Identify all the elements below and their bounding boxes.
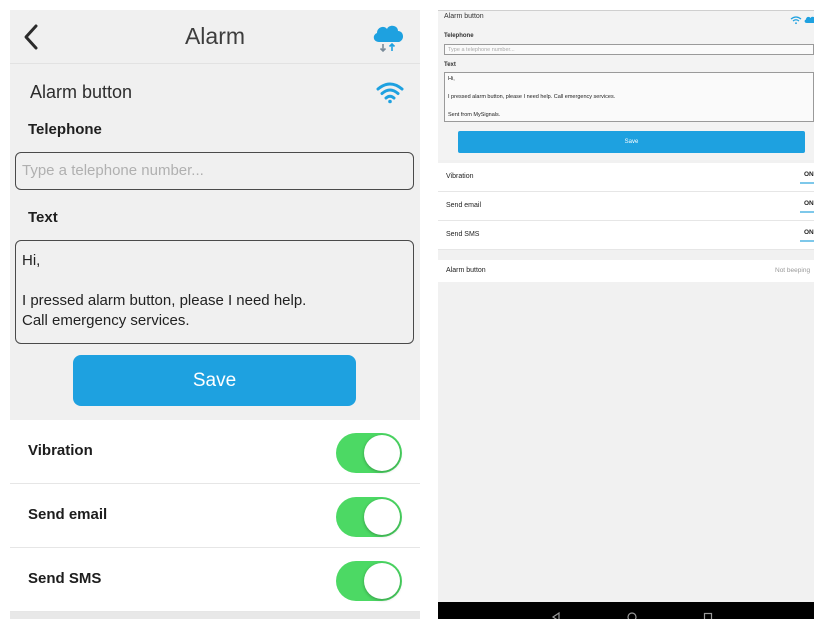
back-triangle-icon[interactable] — [550, 610, 562, 619]
cloud-sync-icon[interactable] — [370, 22, 406, 54]
switch-track — [800, 240, 814, 242]
list-item-send-sms: Send SMS — [10, 548, 420, 612]
save-button[interactable]: Save — [458, 131, 805, 153]
switch-track — [800, 182, 814, 184]
cloud-sync-icon — [804, 16, 814, 23]
ios-navigation-bar: Alarm — [10, 10, 420, 64]
bottom-divider — [10, 612, 420, 619]
send-email-switch[interactable]: ON — [804, 200, 814, 207]
wifi-icon — [790, 16, 802, 25]
text-label: Text — [28, 209, 58, 226]
save-button[interactable]: Save — [73, 355, 356, 406]
message-line: Sent from MySignals. — [448, 112, 501, 118]
send-sms-label: Send SMS — [446, 231, 480, 238]
list-item-vibration: Vibration ON — [438, 163, 814, 192]
send-email-label: Send email — [28, 506, 108, 523]
send-email-label: Send email — [446, 202, 482, 209]
message-line: Hi, — [22, 252, 41, 269]
telephone-input[interactable]: Type a telephone number... — [444, 44, 814, 55]
settings-list: Vibration ON Send email ON Send SMS ON — [438, 163, 814, 250]
list-item-send-sms: Send SMS ON — [438, 221, 814, 250]
send-sms-toggle[interactable] — [336, 561, 402, 601]
page-title: Alarm — [184, 23, 246, 49]
recents-square-icon[interactable] — [702, 610, 714, 619]
message-textarea[interactable]: Hi, I pressed alarm button, please I nee… — [15, 240, 414, 344]
message-line — [448, 84, 810, 93]
send-email-toggle[interactable] — [336, 497, 402, 537]
send-sms-label: Send SMS — [28, 570, 102, 587]
list-item-send-email: Send email — [10, 484, 420, 548]
send-sms-switch[interactable]: ON — [804, 229, 814, 236]
status-icons — [790, 12, 814, 25]
message-line: Hi, — [448, 76, 455, 82]
alarm-form-panel: Alarm button Telephone Type a telephone … — [438, 10, 814, 160]
vibration-label: Vibration — [28, 442, 93, 459]
message-line: I pressed alarm button, please I need he… — [22, 292, 307, 309]
wifi-icon — [376, 80, 404, 104]
vibration-toggle[interactable] — [336, 433, 402, 473]
message-textarea[interactable]: Hi, I pressed alarm button, please I nee… — [444, 72, 814, 122]
home-circle-icon[interactable] — [626, 610, 638, 619]
section-title: Alarm button — [444, 13, 484, 20]
section-title: Alarm button — [30, 82, 133, 102]
android-screen: Alarm button Telephone Type a telephone … — [438, 10, 814, 619]
vibration-switch[interactable]: ON — [804, 171, 814, 178]
ios-screen: Alarm Alarm button Telephone Type a tele… — [10, 10, 420, 619]
message-line: Call emergency services. — [22, 312, 190, 329]
alarm-button-label: Alarm button — [446, 267, 486, 274]
toggle-knob — [364, 499, 400, 535]
vibration-label: Vibration — [446, 173, 474, 180]
switch-track — [800, 211, 814, 213]
list-item-alarm-button[interactable]: Alarm button Not beeping — [438, 260, 814, 282]
toggle-knob — [364, 435, 400, 471]
settings-list: Vibration Send email Send SMS — [10, 420, 420, 612]
message-line — [22, 271, 407, 291]
telephone-label: Telephone — [28, 121, 102, 138]
toggle-knob — [364, 563, 400, 599]
message-line: I pressed alarm button, please I need he… — [448, 94, 616, 100]
android-navigation-bar — [438, 602, 814, 619]
message-line — [448, 102, 810, 111]
telephone-label: Telephone — [444, 33, 474, 39]
alarm-status-value: Not beeping — [775, 267, 811, 274]
text-label: Text — [444, 62, 456, 68]
list-item-vibration: Vibration — [10, 420, 420, 484]
telephone-input[interactable]: Type a telephone number... — [15, 152, 414, 190]
list-item-send-email: Send email ON — [438, 192, 814, 221]
